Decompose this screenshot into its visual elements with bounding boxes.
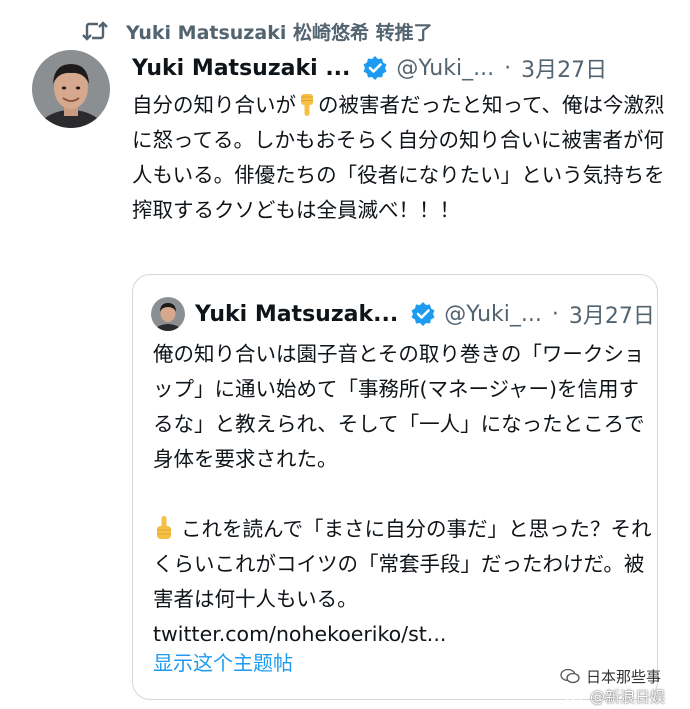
tweet-page: Yuki Matsuzaki 松崎悠希 转推了 Yuki Matsuzaki .… (0, 0, 690, 709)
quoted-paragraph-1: 俺の知り合いは園子音とその取り巻きの「ワークショップ」に通い始めて「事務所(マネ… (153, 342, 645, 471)
retweet-label: Yuki Matsuzaki 松崎悠希 转推了 (126, 21, 433, 44)
tweet-body: 自分の知り合いが の被害者だったと知って、俺は今激烈に怒ってる。しかもおそらく自分… (132, 88, 672, 228)
backhand-index-pointing-down-icon (301, 94, 313, 116)
quoted-avatar[interactable] (151, 297, 185, 331)
author-handle[interactable]: @Yuki_... (396, 56, 494, 81)
quoted-body: 俺の知り合いは園子音とその取り巻きの「ワークショップ」に通い始めて「事務所(マネ… (153, 337, 653, 652)
watermark-text1: 日本那些事 (586, 667, 662, 686)
watermark-line1: 日本那些事 (560, 666, 661, 686)
avatar[interactable] (32, 50, 110, 128)
quoted-paragraph-2-row: これを読んで「まさに自分の事だ」と思った？それくらいこれがコイツの「常套手段」だ… (153, 512, 653, 617)
quoted-paragraph-2: これを読んで「まさに自分の事だ」と思った？それくらいこれがコイツの「常套手段」だ… (153, 517, 652, 611)
verified-badge-icon (362, 55, 388, 81)
tweet-date[interactable]: 3月27日 (521, 52, 607, 84)
author-name[interactable]: Yuki Matsuzaki ... (132, 56, 350, 81)
verified-badge-icon (410, 301, 436, 327)
tweet-header: Yuki Matsuzaki ... @Yuki_... · 3月27日 (132, 50, 607, 86)
quoted-tweet-card[interactable]: Yuki Matsuzak... @Yuki_... · 3月27日 俺の知り合… (132, 274, 658, 700)
quoted-author-handle[interactable]: @Yuki_... (444, 302, 542, 327)
separator-dot: · (551, 301, 559, 327)
backhand-index-pointing-up-icon (157, 516, 171, 539)
separator-dot: · (504, 55, 512, 81)
quoted-header: Yuki Matsuzak... @Yuki_... · 3月27日 (195, 295, 655, 333)
watermark-text2: @新浪日娱 (590, 687, 666, 706)
weibo-icon (566, 692, 582, 704)
wechat-icon (560, 668, 580, 684)
watermark-line2: @新浪日娱 (566, 686, 665, 706)
show-thread-link[interactable]: 显示这个主题帖 (153, 647, 293, 676)
retweet-context[interactable]: Yuki Matsuzaki 松崎悠希 转推了 (82, 16, 433, 46)
quoted-author-name[interactable]: Yuki Matsuzak... (195, 302, 398, 327)
quoted-date[interactable]: 3月27日 (569, 298, 655, 330)
retweet-icon (82, 21, 108, 41)
tweet-text-part1: 自分の知り合いが (132, 93, 296, 117)
